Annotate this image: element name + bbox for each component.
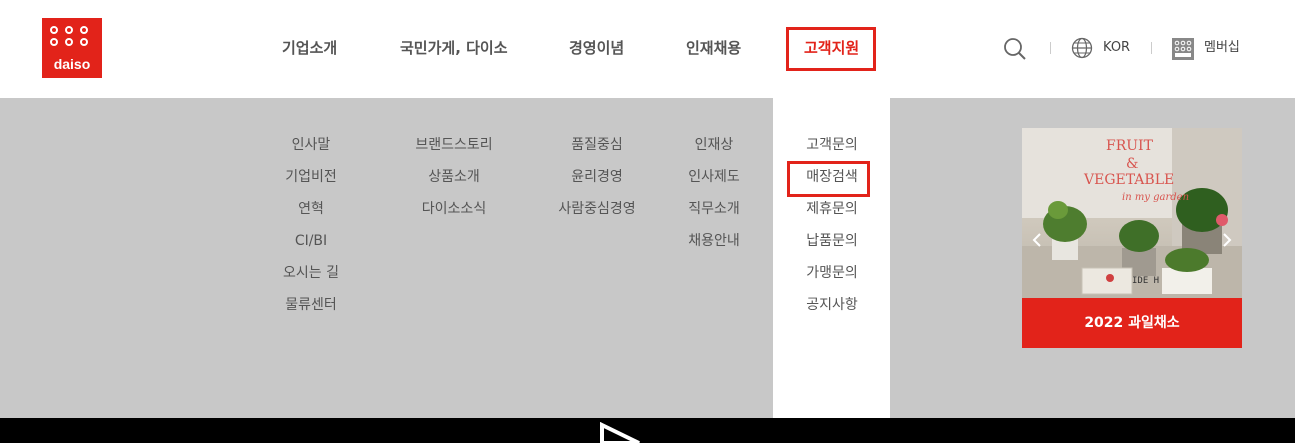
- promo-art-fruit: FRUIT: [1106, 138, 1153, 154]
- submenu-history[interactable]: 연혁: [261, 199, 361, 219]
- gnb-company[interactable]: 기업소개: [282, 37, 337, 59]
- submenu-supply[interactable]: 납품문의: [782, 231, 882, 251]
- daiso-logo[interactable]: daiso: [42, 18, 102, 78]
- globe-icon: [1071, 37, 1093, 59]
- submenu-ci-bi[interactable]: CI/BI: [261, 231, 361, 251]
- highlight-box-customer-support: [786, 27, 876, 71]
- submenu-products[interactable]: 상품소개: [394, 167, 514, 187]
- divider: [1050, 42, 1051, 54]
- submenu-inquiry[interactable]: 고객문의: [782, 135, 882, 155]
- submenu-jobs[interactable]: 직무소개: [664, 199, 764, 219]
- submenu-brand-story[interactable]: 브랜드스토리: [394, 135, 514, 155]
- promo-art-garden: in my garden: [1122, 192, 1190, 203]
- gnb-philosophy[interactable]: 경영이념: [569, 37, 624, 59]
- submenu-talent[interactable]: 인재상: [664, 135, 764, 155]
- submenu-people[interactable]: 사람중심경영: [537, 199, 657, 219]
- promo-caption[interactable]: 2022 과일채소: [1022, 298, 1242, 348]
- promo-art-vegetable: VEGETABLE: [1084, 172, 1175, 188]
- divider: [1151, 42, 1152, 54]
- submenu-logistics[interactable]: 물류센터: [261, 295, 361, 315]
- bottom-video-bar: [0, 418, 1295, 443]
- submenu-partnership[interactable]: 제휴문의: [782, 199, 882, 219]
- gnb-recruit[interactable]: 인재채용: [686, 37, 741, 59]
- promo-banner[interactable]: FRUIT & VEGETABLE in my garden IDE H 202…: [1022, 128, 1242, 348]
- submenu-hr-system[interactable]: 인사제도: [664, 167, 764, 187]
- search-icon[interactable]: [1003, 37, 1027, 61]
- highlight-box-store-search: [787, 161, 870, 197]
- gnb-national-store[interactable]: 국민가게, 다이소: [400, 37, 508, 59]
- submenu-franchise[interactable]: 가맹문의: [782, 263, 882, 283]
- logo-dots: [50, 26, 96, 46]
- submenu-quality[interactable]: 품질중심: [537, 135, 657, 155]
- membership-icon: [1172, 38, 1194, 60]
- site-header: daiso 기업소개 국민가게, 다이소 경영이념 인재채용 고객지원 KOR …: [0, 0, 1295, 98]
- submenu-news[interactable]: 다이소소식: [394, 199, 514, 219]
- language-selector[interactable]: KOR: [1103, 38, 1130, 58]
- submenu-greeting[interactable]: 인사말: [261, 135, 361, 155]
- promo-art-amp: &: [1126, 156, 1139, 172]
- submenu-recruit-guide[interactable]: 채용안내: [664, 231, 764, 251]
- submenu-ethics[interactable]: 윤리경영: [537, 167, 657, 187]
- play-icon[interactable]: [599, 422, 643, 443]
- promo-image: FRUIT & VEGETABLE in my garden IDE H: [1022, 128, 1242, 298]
- submenu-vision[interactable]: 기업비전: [261, 167, 361, 187]
- submenu-notice[interactable]: 공지사항: [782, 295, 882, 315]
- membership-link[interactable]: 멤버십: [1204, 38, 1240, 58]
- logo-wordmark: daiso: [53, 56, 91, 72]
- submenu-directions[interactable]: 오시는 길: [261, 263, 361, 283]
- promo-box-text: IDE H: [1132, 276, 1160, 286]
